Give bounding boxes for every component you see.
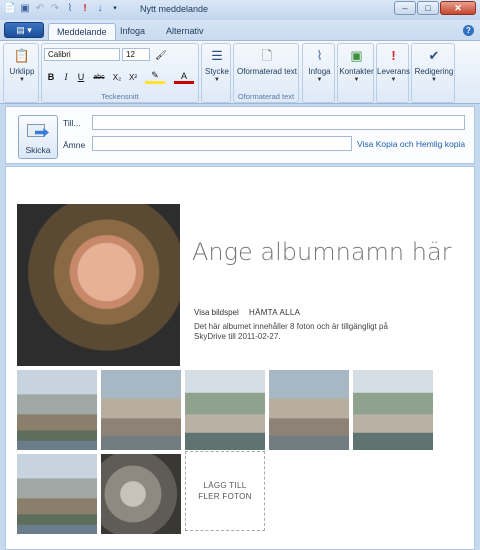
app-icon: 📄 [3, 3, 17, 14]
attach-icon[interactable]: ⌇ [64, 3, 76, 15]
contacts-group: ▣ Kontakter ▼ [337, 43, 374, 103]
paperclip-icon: ⌇ [316, 47, 323, 63]
minimize-button[interactable]: – [394, 1, 416, 15]
clear-formatting-icon[interactable]: 🖌 [154, 48, 168, 62]
add-more-photos-button[interactable]: LÄGG TILL FLER FOTON [185, 451, 265, 531]
maximize-button[interactable]: □ [417, 1, 439, 15]
priority-icon: ! [391, 47, 396, 63]
superscript-button[interactable]: X² [126, 70, 140, 84]
album-title[interactable]: Ange albumnamn här [192, 237, 452, 268]
delivery-dropdown-icon: ▼ [390, 77, 397, 83]
album-cover-photo [17, 204, 180, 366]
photo-thumbnail [269, 370, 349, 450]
paragraph-dropdown-icon: ▼ [214, 77, 220, 83]
save-icon[interactable]: ▣ [19, 3, 31, 15]
font-group-label: Teckensnitt [101, 92, 139, 101]
photo-thumbnail [17, 370, 97, 450]
tab-meddelande[interactable]: Meddelande [48, 23, 116, 40]
editing-group: ✔ Redigering ▼ [411, 43, 455, 103]
album-description: Det här albumet innehåller 8 foton och ä… [194, 322, 388, 341]
app-menu-button[interactable]: ▤ ▾ [4, 22, 44, 38]
paragraph-label: Stycke [204, 67, 229, 76]
clipboard-button[interactable]: 📋 Urklipp ▼ [7, 46, 37, 85]
underline-button[interactable]: U [74, 70, 88, 84]
quick-access-toolbar: 📄 ▣ ↶ ↷ ⌇ ! ↓ ▾ [4, 3, 121, 15]
italic-button[interactable]: I [59, 70, 73, 84]
document-icon: 🗋 [261, 47, 273, 63]
high-priority-icon[interactable]: ! [79, 3, 91, 15]
to-label[interactable]: Till... [63, 118, 81, 128]
contacts-label: Kontakter [339, 67, 374, 76]
photo-thumbnail [17, 454, 97, 534]
title-bar: 📄 ▣ ↶ ↷ ⌇ ! ↓ ▾ Nytt meddelande – □ ✕ [0, 0, 480, 20]
strikethrough-button[interactable]: abc [90, 70, 108, 84]
subject-label: Ämne [63, 140, 86, 150]
spellcheck-icon: ✔ [428, 47, 440, 63]
plaintext-group: 🗋 Oformaterad text Oformaterad text [233, 43, 299, 103]
contacts-icon: ▣ [350, 47, 363, 63]
undo-icon[interactable]: ↶ [34, 3, 46, 15]
window-title: Nytt meddelande [140, 4, 209, 14]
plaintext-label: Oformaterad text [236, 67, 298, 76]
view-slideshow-link[interactable]: Visa bildspel [194, 308, 239, 317]
font-group: Calibri 12 🖌 B I U abc X₂ X² ✎ A Teckens… [41, 43, 199, 103]
redo-icon[interactable]: ↷ [49, 3, 61, 15]
to-field[interactable] [92, 115, 465, 130]
contacts-button[interactable]: ▣ Kontakter ▼ [339, 46, 374, 85]
clipboard-icon: 📋 [13, 47, 31, 63]
insert-group: ⌇ Infoga ▼ [302, 43, 335, 103]
subscript-button[interactable]: X₂ [110, 70, 124, 84]
editing-dropdown-icon: ▼ [431, 77, 437, 83]
insert-dropdown-icon: ▼ [316, 77, 323, 83]
font-size-select[interactable]: 12 [122, 48, 150, 61]
clipboard-dropdown-icon: ▼ [19, 77, 25, 83]
editing-label: Redigering [414, 67, 454, 76]
clipboard-label: Urklipp [9, 67, 35, 76]
paragraph-group: ☰ Stycke ▼ [201, 43, 231, 103]
send-button[interactable]: Skicka [18, 115, 58, 159]
close-button[interactable]: ✕ [440, 1, 476, 15]
app-menu-icon: ▤ ▾ [16, 24, 32, 35]
plaintext-group-label: Oformaterad text [237, 92, 295, 101]
insert-button[interactable]: ⌇ Infoga ▼ [304, 46, 335, 85]
font-color-icon[interactable]: A [174, 70, 194, 84]
tab-infoga[interactable]: Infoga [112, 23, 153, 40]
delivery-button[interactable]: ! Leverans ▼ [377, 46, 410, 85]
plaintext-button[interactable]: 🗋 Oformaterad text [236, 46, 298, 77]
photo-thumbnail [185, 370, 265, 450]
delivery-group: ! Leverans ▼ [376, 43, 410, 103]
show-cc-bcc-link[interactable]: Visa Kopia och Hemlig kopia [357, 139, 465, 149]
send-icon [27, 122, 49, 140]
compose-header: Skicka Till... Ämne Visa Kopia och Hemli… [5, 106, 475, 164]
help-icon[interactable]: ? [463, 25, 474, 36]
ribbon: 📋 Urklipp ▼ Calibri 12 🖌 B I U abc X₂ X²… [0, 40, 480, 104]
download-all-link[interactable]: HÄMTA ALLA [249, 308, 300, 317]
paragraph-icon: ☰ [211, 47, 223, 63]
editing-button[interactable]: ✔ Redigering ▼ [413, 46, 455, 85]
clipboard-group: 📋 Urklipp ▼ [3, 43, 39, 103]
photo-thumbnail [353, 370, 433, 450]
highlight-icon[interactable]: ✎ [145, 70, 165, 84]
window-controls: – □ ✕ [394, 1, 476, 15]
contacts-dropdown-icon: ▼ [353, 77, 360, 83]
font-name-select[interactable]: Calibri [44, 48, 120, 61]
bold-button[interactable]: B [44, 70, 58, 84]
customize-dropdown-icon[interactable]: ▾ [109, 3, 121, 15]
paragraph-button[interactable]: ☰ Stycke ▼ [202, 46, 232, 85]
insert-label: Infoga [308, 67, 331, 76]
photo-thumbnail [101, 370, 181, 450]
photo-thumbnail [101, 454, 181, 534]
ribbon-tab-row: ▤ ▾ Meddelande Infoga Alternativ ? [0, 20, 480, 40]
subject-field[interactable] [92, 136, 352, 151]
send-label: Skicka [25, 145, 51, 155]
outlook-compose-window: 📄 ▣ ↶ ↷ ⌇ ! ↓ ▾ Nytt meddelande – □ ✕ ▤ … [0, 0, 480, 550]
message-body[interactable]: Ange albumnamn här Visa bildspel HÄMTA A… [5, 166, 475, 550]
delivery-label: Leverans [377, 67, 410, 76]
low-priority-icon[interactable]: ↓ [94, 3, 106, 15]
tab-alternativ[interactable]: Alternativ [158, 23, 212, 40]
